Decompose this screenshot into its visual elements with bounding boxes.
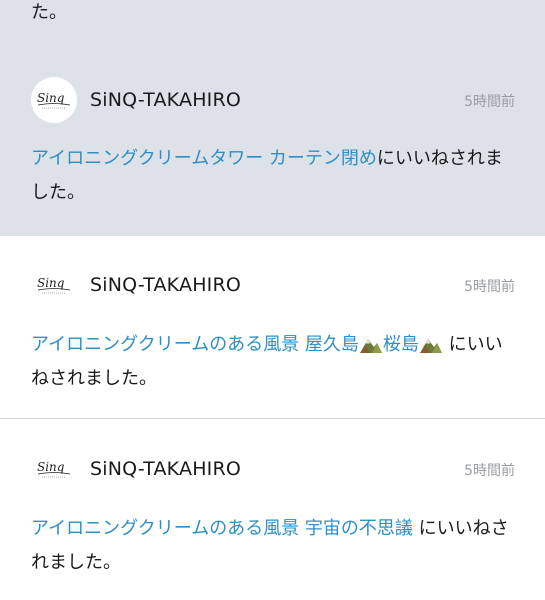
timestamp: 5時間前 — [464, 279, 515, 295]
sinq-logo-icon: Sinq — [37, 460, 71, 478]
notification-message: アイロニングクリームのある風景 屋久島 桜島 にいいねされました。 — [31, 328, 511, 396]
mountain-emoji-icon — [419, 339, 442, 353]
timestamp: 5時間前 — [464, 463, 515, 479]
avatar[interactable]: Sinq — [31, 262, 77, 308]
notification-header: Sinq SiNQ-TAKAHIRO — [31, 262, 241, 308]
notification-header: Sinq SiNQ-TAKAHIRO — [31, 446, 241, 492]
article-title-part1: アイロニングクリームのある風景 屋久島 — [31, 334, 359, 355]
username[interactable]: SiNQ-TAKAHIRO — [90, 274, 241, 296]
svg-text:Sinq: Sinq — [37, 91, 65, 105]
timestamp: 5時間前 — [464, 94, 515, 110]
notification-message: アイロニングクリームのある風景 宇宙の不思議 にいいねされました。 — [31, 512, 511, 580]
sinq-logo-icon: Sinq — [37, 276, 71, 294]
mountain-emoji-icon — [359, 339, 382, 353]
notification-header: Sinq SiNQ-TAKAHIRO — [31, 77, 241, 123]
avatar[interactable]: Sinq — [31, 77, 77, 123]
username[interactable]: SiNQ-TAKAHIRO — [90, 89, 241, 111]
article-link[interactable]: アイロニングクリームのある風景 屋久島 桜島 — [31, 334, 443, 355]
previous-notification-tail: た。 — [31, 2, 67, 23]
sinq-logo-icon: Sinq — [37, 91, 71, 109]
username[interactable]: SiNQ-TAKAHIRO — [90, 458, 241, 480]
article-link[interactable]: アイロニングクリームのある風景 宇宙の不思議 — [31, 518, 413, 539]
article-link[interactable]: アイロニングクリームタワー カーテン閉め — [31, 148, 377, 169]
svg-text:Sinq: Sinq — [37, 460, 65, 474]
notification-message: アイロニングクリームタワー カーテン閉めにいいねされました。 — [31, 142, 511, 210]
avatar[interactable]: Sinq — [31, 446, 77, 492]
article-title-part2: 桜島 — [382, 334, 419, 355]
divider — [0, 418, 545, 419]
svg-text:Sinq: Sinq — [37, 276, 65, 290]
notification-feed: た。 Sinq SiNQ-TAKAHIRO 5時間前 アイロニングクリームタワー… — [0, 0, 545, 600]
